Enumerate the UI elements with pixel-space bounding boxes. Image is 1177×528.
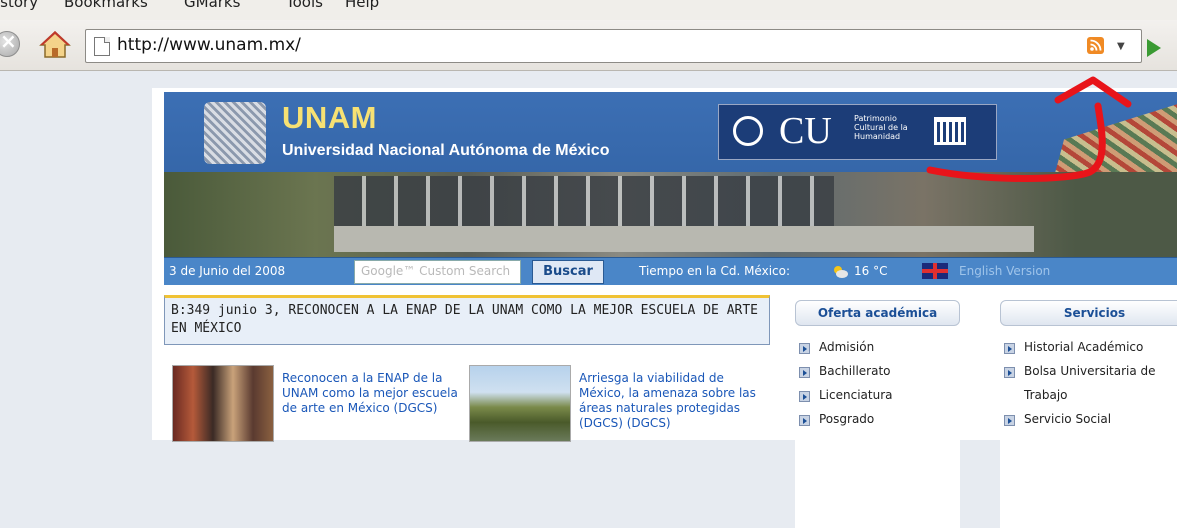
info-bar: 3 de Junio del 2008 Google™ Custom Searc… (164, 257, 1177, 285)
cu-logo-icon (733, 116, 763, 146)
plaza-image (334, 226, 1034, 252)
headline-text[interactable]: B:349 junio 3, RECONOCEN A LA ENAP DE LA… (171, 302, 761, 338)
oferta-item-admision[interactable]: Admisión (797, 340, 893, 364)
cu-text: CU (779, 110, 832, 152)
menu-tools[interactable]: Tools (286, 0, 323, 11)
rss-feed-icon[interactable] (1087, 37, 1104, 54)
menu-gmarks[interactable]: GMarks (184, 0, 240, 11)
menu-help[interactable]: Help (345, 0, 379, 11)
date-text: 3 de Junio del 2008 (169, 264, 286, 278)
chevron-down-icon[interactable]: ▼ (1117, 41, 1125, 52)
navigation-toolbar: http://www.unam.mx/ ▼ (0, 20, 1177, 71)
unam-seal-logo[interactable] (204, 102, 266, 164)
weather-label: Tiempo en la Cd. México: (639, 264, 791, 278)
menu-bookmarks[interactable]: Bookmarks (64, 0, 148, 11)
building-image (334, 176, 834, 226)
bullet-icon (799, 367, 810, 378)
heritage-text: Patrimonio Cultural de la Humanidad (854, 114, 908, 141)
bullet-icon (1004, 343, 1015, 354)
bullet-icon (1004, 415, 1015, 426)
news-link[interactable]: Reconocen a la ENAP de la UNAM como la m… (282, 371, 462, 416)
home-icon[interactable] (38, 29, 72, 59)
bullet-icon (799, 343, 810, 354)
bullet-icon (799, 391, 810, 402)
servicios-item-servicio-social[interactable]: Servicio Social (1002, 412, 1156, 436)
address-bar[interactable]: http://www.unam.mx/ ▼ (85, 29, 1142, 63)
menu-bar: istory Bookmarks GMarks Tools Help (0, 0, 1177, 20)
english-version-link[interactable]: English Version (959, 264, 1050, 278)
servicios-list: Historial Académico Bolsa Universitaria … (1002, 340, 1156, 436)
bullet-icon (1004, 367, 1015, 378)
oferta-list: Admisión Bachillerato Licenciatura Posgr… (797, 340, 893, 436)
bullet-icon (799, 415, 810, 426)
go-arrow-icon[interactable] (1147, 39, 1161, 57)
page-icon (94, 37, 110, 56)
campus-photo (164, 172, 1177, 257)
brand-subtitle[interactable]: Universidad Nacional Autónoma de México (282, 142, 609, 160)
headline-box: B:349 junio 3, RECONOCEN A LA ENAP DE LA… (164, 295, 770, 345)
servicios-item-bolsa-cont[interactable]: Trabajo (1002, 388, 1156, 412)
cu-heritage-badge[interactable]: CU Patrimonio Cultural de la Humanidad (718, 104, 997, 160)
site-header: UNAM Universidad Nacional Autónoma de Mé… (164, 92, 1177, 257)
news-thumbnail[interactable] (469, 365, 571, 442)
news-link[interactable]: Arriesga la viabilidad de México, la ame… (579, 371, 769, 431)
url-text[interactable]: http://www.unam.mx/ (117, 35, 301, 55)
weather-icon (830, 261, 850, 281)
search-input[interactable]: Google™ Custom Search (354, 260, 521, 284)
web-page: UNAM Universidad Nacional Autónoma de Mé… (152, 88, 1177, 528)
news-thumbnail[interactable] (172, 365, 274, 442)
oferta-panel: Oferta académica Admisión Bachillerato L… (795, 300, 960, 528)
menu-history[interactable]: istory (0, 0, 38, 11)
temperature: 16 °C (854, 264, 888, 278)
unesco-icon (934, 117, 966, 145)
oferta-item-licenciatura[interactable]: Licenciatura (797, 388, 893, 412)
search-button[interactable]: Buscar (532, 260, 604, 284)
oferta-item-posgrado[interactable]: Posgrado (797, 412, 893, 436)
search-placeholder: Google™ Custom Search (361, 264, 511, 278)
servicios-item-historial[interactable]: Historial Académico (1002, 340, 1156, 364)
servicios-panel: Servicios Historial Académico Bolsa Univ… (1000, 300, 1177, 528)
stop-icon[interactable] (0, 29, 20, 57)
servicios-item-bolsa[interactable]: Bolsa Universitaria de (1002, 364, 1156, 388)
oferta-title: Oferta académica (795, 300, 960, 326)
brand-title[interactable]: UNAM (282, 100, 377, 136)
servicios-title: Servicios (1000, 300, 1177, 326)
uk-flag-icon[interactable] (922, 263, 948, 279)
oferta-item-bachillerato[interactable]: Bachillerato (797, 364, 893, 388)
